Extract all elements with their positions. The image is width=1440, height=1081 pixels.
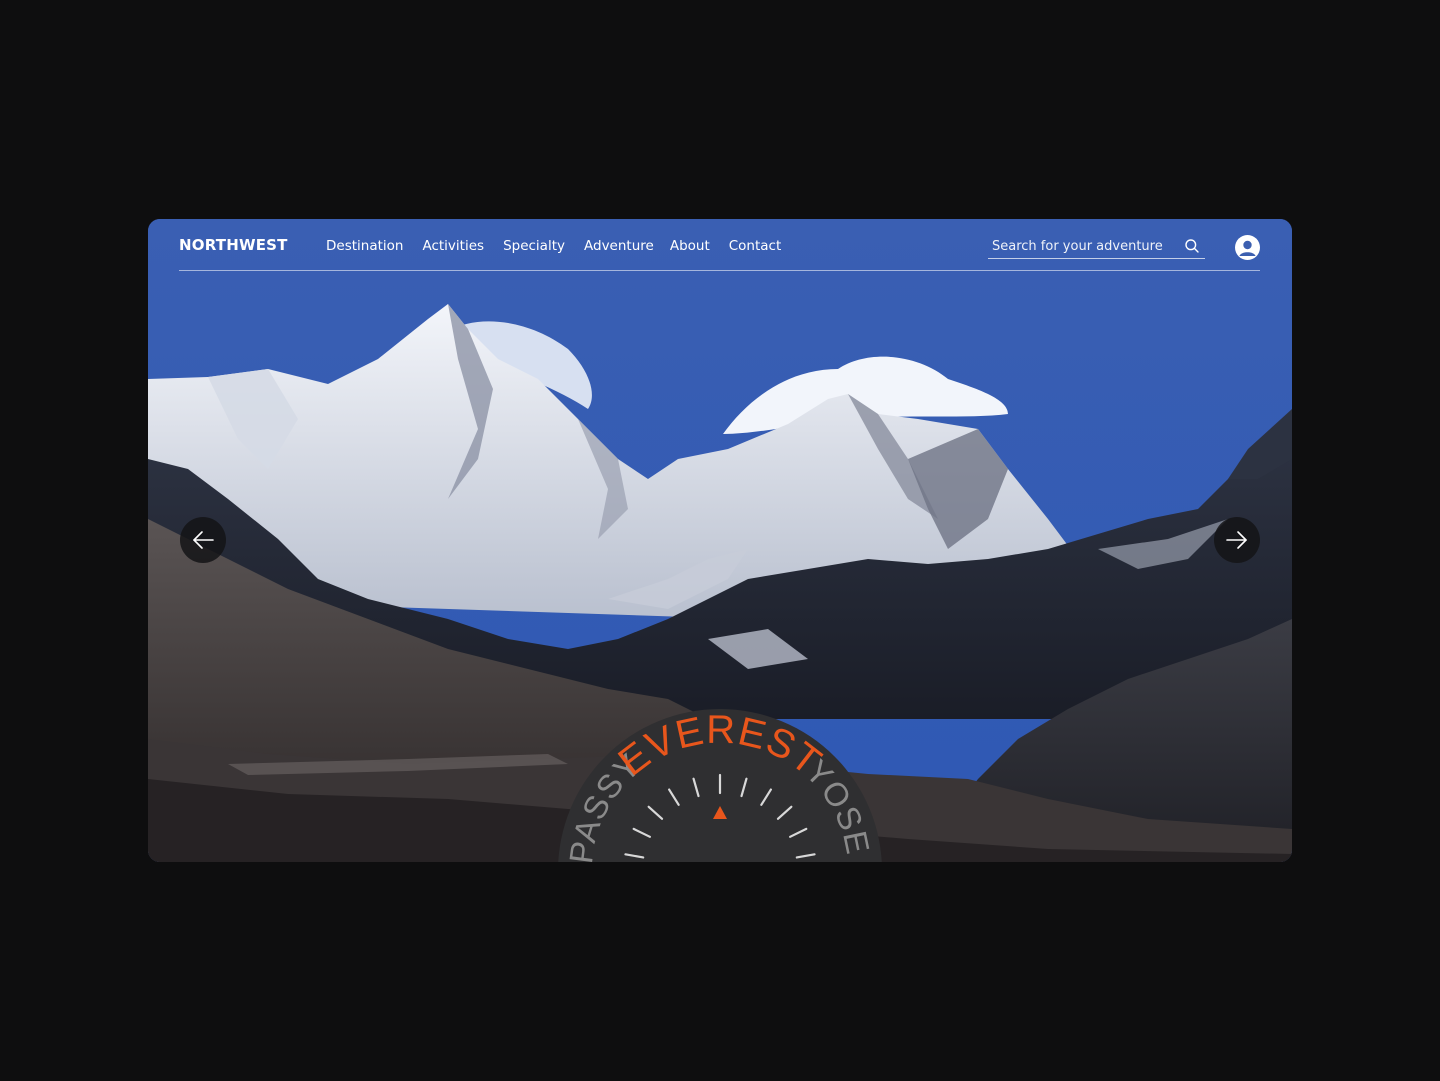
destination-dial[interactable]: PASSY EVEREST YOSE [558,709,882,862]
main-nav: Destination Activities Specialty Adventu… [326,238,781,254]
nav-item-destination[interactable]: Destination [326,238,403,254]
search-icon[interactable] [1184,238,1200,254]
user-avatar-icon[interactable] [1235,235,1260,260]
prev-slide-button[interactable] [180,517,226,563]
next-slide-button[interactable] [1214,517,1260,563]
hero-frame: NORTHWEST Destination Activities Special… [148,219,1292,862]
nav-item-contact[interactable]: Contact [729,238,782,254]
nav-item-activities[interactable]: Activities [422,238,484,254]
nav-item-specialty[interactable]: Specialty [503,238,565,254]
nav-item-about[interactable]: About [670,238,710,254]
search-bar [988,235,1205,259]
nav-item-adventure[interactable]: Adventure [584,238,654,254]
arrow-left-icon [193,531,214,549]
arrow-right-icon [1226,531,1247,549]
top-navbar: NORTHWEST Destination Activities Special… [179,219,1260,271]
search-input[interactable] [992,237,1177,256]
brand-logo[interactable]: NORTHWEST [179,236,288,254]
